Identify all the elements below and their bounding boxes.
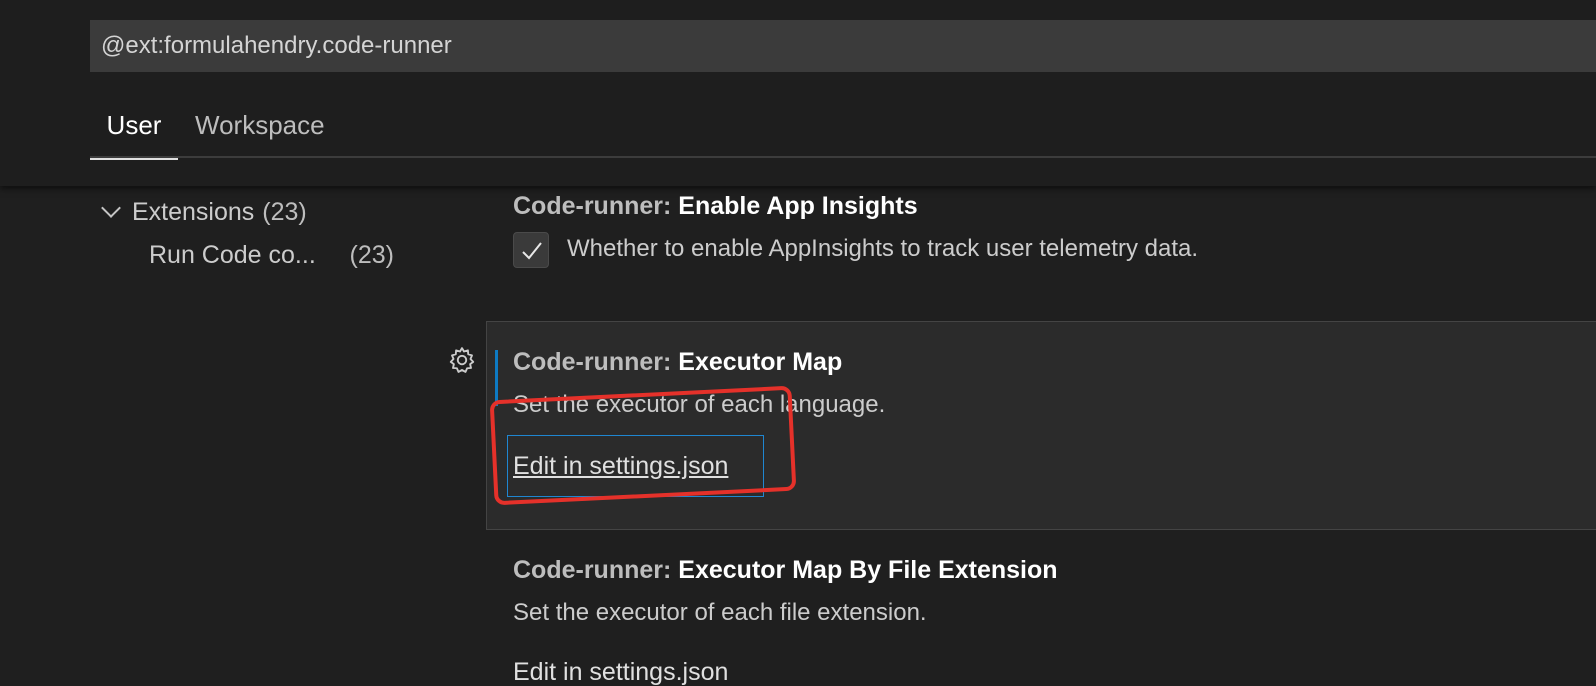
toc-item-label: Run Code co... xyxy=(149,240,316,269)
toc-item-count: (23) xyxy=(349,240,394,269)
edit-in-settings-json-link-2[interactable]: Edit in settings.json xyxy=(513,658,728,686)
settings-search-input[interactable]: @ext:formulahendry.code-runner xyxy=(90,20,1596,72)
setting-title-enable-app-insights: Code-runner: Enable App Insights xyxy=(513,192,918,221)
tab-workspace[interactable]: Workspace xyxy=(195,96,325,158)
setting-name: Executor Map By File Extension xyxy=(678,556,1058,584)
settings-header: @ext:formulahendry.code-runner User Work… xyxy=(0,0,1596,186)
setting-description: Whether to enable AppInsights to track u… xyxy=(567,235,1199,262)
setting-category: Code-runner: xyxy=(513,192,679,220)
toc-group-count: (23) xyxy=(262,197,307,226)
tab-user[interactable]: User xyxy=(90,96,178,160)
setting-category: Code-runner: xyxy=(513,556,679,584)
chevron-down-icon xyxy=(101,198,121,218)
setting-description: Set the executor of each file extension. xyxy=(513,599,927,626)
setting-title-executor-map-by-file-extension: Code-runner: Executor Map By File Extens… xyxy=(513,556,1058,585)
enable-app-insights-checkbox[interactable] xyxy=(513,232,549,268)
toc-item-run-code[interactable]: Run Code co... (23) xyxy=(149,238,394,272)
setting-title-executor-map: Code-runner: Executor Map xyxy=(513,348,842,377)
toc-group-label: Extensions xyxy=(132,197,255,226)
setting-modified-indicator xyxy=(495,350,498,406)
settings-editor: @ext:formulahendry.code-runner User Work… xyxy=(0,0,1596,686)
toc-group-extensions[interactable]: Extensions (23) xyxy=(98,195,307,229)
setting-name: Enable App Insights xyxy=(678,192,918,220)
gear-icon[interactable] xyxy=(447,345,477,375)
setting-name: Executor Map xyxy=(678,348,843,376)
edit-in-settings-json-link[interactable]: Edit in settings.json xyxy=(513,452,728,481)
setting-description: Set the executor of each language. xyxy=(513,391,886,418)
setting-category: Code-runner: xyxy=(513,348,679,376)
check-icon xyxy=(522,242,542,260)
settings-scope-tabs: User Workspace xyxy=(90,96,1596,160)
search-query-text: @ext:formulahendry.code-runner xyxy=(101,32,452,59)
